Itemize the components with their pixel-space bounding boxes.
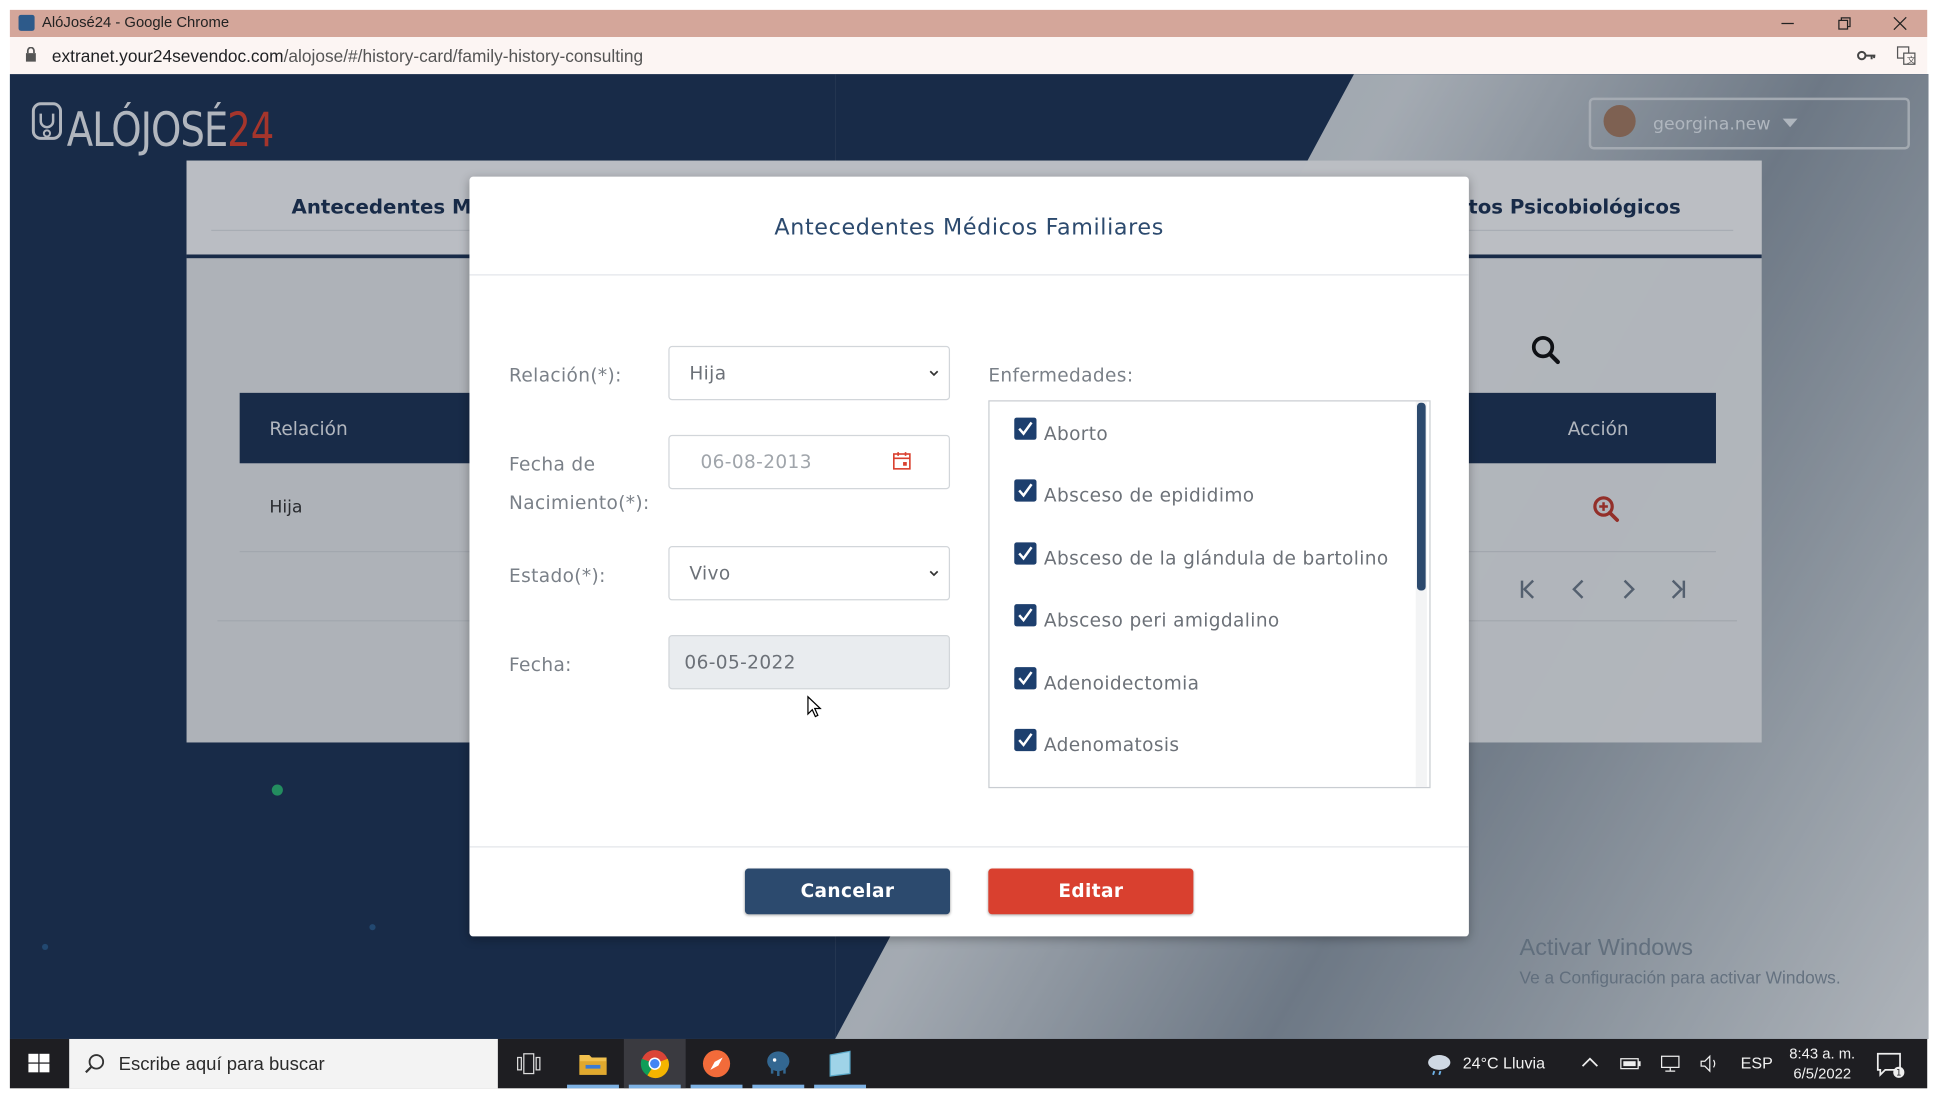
key-icon[interactable]	[1857, 47, 1877, 64]
estado-value: Vivo	[689, 562, 731, 585]
checkbox-label: Absceso de epididimo	[1043, 484, 1255, 507]
chevron-down-icon	[929, 570, 939, 577]
window-frame-bottom	[0, 1088, 1937, 1097]
notifications-icon[interactable]: 1	[1875, 1051, 1905, 1078]
scrollbar-thumb[interactable]	[1417, 402, 1426, 591]
url-text[interactable]: extranet.your24sevendoc.com/alojose/#/hi…	[52, 46, 643, 66]
fecha-nacimiento-value: 06-08-2013	[700, 450, 812, 474]
fecha-label: Fecha:	[508, 653, 572, 676]
estado-select[interactable]: Vivo	[668, 546, 951, 601]
windows-activation-text: Ve a Configuración para activar Windows.	[1519, 967, 1841, 988]
fecha-nacimiento-input[interactable]: 06-08-2013	[668, 434, 951, 490]
checkbox[interactable]	[1014, 667, 1037, 690]
weather-text[interactable]: 24°C Lluvia	[1463, 1054, 1545, 1073]
edit-button[interactable]: Editar	[988, 868, 1194, 915]
relacion-label: Relación(*):	[508, 364, 622, 387]
task-view-icon[interactable]	[516, 1053, 541, 1075]
database-app-icon[interactable]	[747, 1039, 809, 1089]
checkbox[interactable]	[1014, 728, 1037, 752]
modal-footer-divider	[469, 846, 1469, 848]
checkbox[interactable]	[1014, 604, 1037, 627]
fecha-input: 06-05-2022	[668, 634, 951, 690]
language-indicator[interactable]: ESP	[1741, 1054, 1773, 1073]
chevron-down-icon	[929, 370, 939, 377]
checkbox[interactable]	[1014, 417, 1037, 440]
fecha-nacimiento-label: Fecha de	[508, 453, 596, 476]
enfermedades-list[interactable]: Aborto Absceso de epididimo Absceso de l…	[988, 400, 1431, 789]
clock-time: 8:43 a. m.	[1789, 1045, 1856, 1063]
checkbox-label: Adenomatosis	[1043, 733, 1180, 757]
translate-icon[interactable]: 文	[1896, 46, 1916, 66]
cancel-button[interactable]: Cancelar	[744, 868, 951, 915]
chevron-up-icon[interactable]	[1581, 1056, 1598, 1068]
taskbar-search[interactable]: Escribe aquí para buscar	[69, 1038, 498, 1089]
fecha-value: 06-05-2022	[684, 651, 796, 674]
taskbar: Escribe aquí para buscar 24°C Lluvia ESP…	[9, 1038, 1928, 1089]
chrome-icon[interactable]	[623, 1038, 686, 1089]
battery-icon[interactable]	[1620, 1055, 1642, 1072]
taskbar-clock[interactable]: 8:43 a. m. 6/5/2022	[1778, 1044, 1867, 1084]
estado-label: Estado(*):	[508, 564, 606, 587]
address-bar[interactable]: extranet.your24sevendoc.com/alojose/#/hi…	[9, 37, 1928, 75]
checkbox-label: Absceso peri amigdalino	[1043, 609, 1280, 632]
notes-app-icon[interactable]	[809, 1039, 871, 1089]
weather-rain-icon[interactable]	[1424, 1051, 1454, 1076]
windows-activation-title: Activar Windows	[1519, 935, 1694, 962]
relacion-value: Hija	[689, 361, 727, 385]
enfermedades-label: Enfermedades:	[988, 364, 1134, 387]
restore-icon[interactable]	[1816, 10, 1873, 37]
notification-count: 1	[1896, 1068, 1901, 1078]
minimize-icon[interactable]	[1759, 10, 1816, 37]
window-title: AlóJosé24 - Google Chrome	[42, 13, 230, 31]
clock-date: 6/5/2022	[1793, 1064, 1852, 1083]
checkbox-label: Adenoidectomia	[1043, 672, 1200, 695]
checkbox[interactable]	[1014, 479, 1037, 502]
search-placeholder: Escribe aquí para buscar	[118, 1053, 325, 1075]
relacion-select[interactable]: Hija	[668, 345, 951, 401]
family-history-modal: Antecedentes Médicos Familiares Relación…	[469, 176, 1469, 937]
svg-text:文: 文	[1907, 54, 1916, 65]
checkbox-label: Aborto	[1043, 422, 1109, 445]
favicon-icon	[18, 14, 35, 31]
mouse-cursor-icon	[807, 695, 822, 718]
checkbox[interactable]	[1014, 542, 1037, 565]
network-icon[interactable]	[1659, 1054, 1681, 1074]
checkbox-label: Absceso de la glándula de bartolino	[1043, 547, 1389, 570]
browser-icon[interactable]	[686, 1039, 748, 1089]
title-bar: AlóJosé24 - Google Chrome	[9, 9, 1929, 38]
windows-start-icon[interactable]	[10, 1039, 69, 1088]
modal-title: Antecedentes Médicos Familiares	[774, 214, 1164, 241]
lock-icon	[25, 46, 36, 62]
volume-icon[interactable]	[1699, 1054, 1721, 1074]
close-icon[interactable]	[1872, 10, 1929, 37]
file-explorer-icon[interactable]	[562, 1039, 624, 1089]
calendar-icon[interactable]	[892, 451, 912, 471]
modal-header-divider	[469, 274, 1469, 276]
fecha-nacimiento-label-2: Nacimiento(*):	[508, 491, 650, 514]
search-icon	[85, 1054, 105, 1074]
window-frame	[0, 0, 10, 1097]
